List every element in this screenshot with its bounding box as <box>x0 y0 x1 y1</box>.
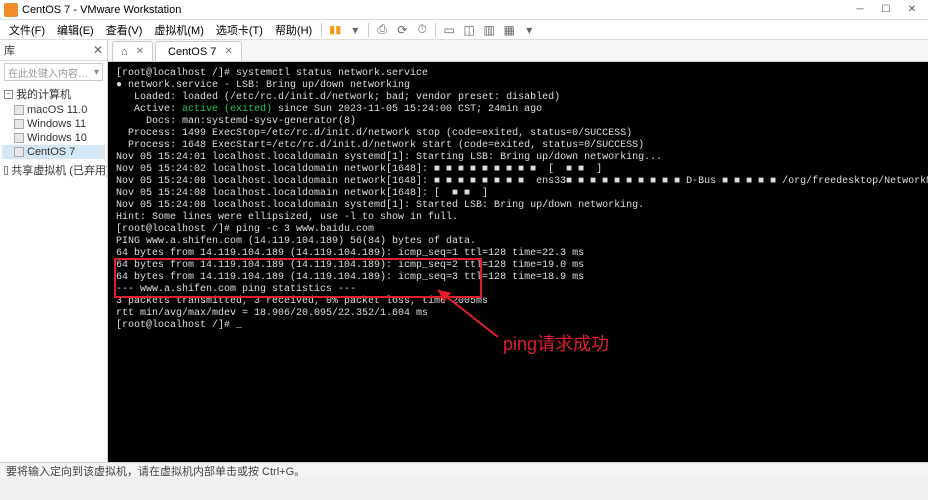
terminal-output: [root@localhost /]# systemctl status net… <box>108 62 928 338</box>
tab-close-icon[interactable]: ✕ <box>136 46 144 57</box>
snapshot-manager-icon[interactable]: ⏱ <box>413 21 431 39</box>
tab-home[interactable]: ⌂ ✕ <box>112 41 153 61</box>
vm-icon <box>14 133 24 143</box>
fullscreen-icon[interactable]: ▭ <box>440 21 458 39</box>
tree-shared-label: 共享虚拟机 (已弃用) <box>11 162 107 178</box>
menu-edit[interactable]: 编辑(E) <box>52 20 99 40</box>
unity-icon[interactable]: ◫ <box>460 21 478 39</box>
menu-help[interactable]: 帮助(H) <box>270 20 317 40</box>
pause-icon[interactable]: ▮▮ <box>326 21 344 39</box>
window-controls: ─ ☐ ✕ <box>848 2 924 18</box>
close-button[interactable]: ✕ <box>900 2 924 18</box>
tabstrip: ⌂ ✕ CentOS 7 ✕ <box>108 40 928 62</box>
vm-icon <box>14 105 24 115</box>
snapshot-icon[interactable]: ⟳ <box>393 21 411 39</box>
home-icon: ⌂ <box>121 46 128 58</box>
sidebar-close-icon[interactable]: ✕ <box>93 43 103 57</box>
send-ctrl-alt-del-icon[interactable]: ⎙ <box>373 21 391 39</box>
collapse-icon[interactable] <box>4 166 8 175</box>
sidebar: 库 ✕ 在此处键入内容进行搜索 ▾ − 我的计算机 macOS 11.0 Win… <box>0 40 108 462</box>
tab-close-icon[interactable]: ✕ <box>224 46 232 57</box>
tree-item-macos[interactable]: macOS 11.0 <box>2 103 105 117</box>
menubar: 文件(F) 编辑(E) 查看(V) 虚拟机(M) 选项卡(T) 帮助(H) ▮▮… <box>0 20 928 40</box>
separator <box>435 23 436 37</box>
menu-tabs[interactable]: 选项卡(T) <box>211 20 268 40</box>
statusbar-text: 要将输入定向到该虚拟机，请在虚拟机内部单击或按 Ctrl+G。 <box>6 463 305 479</box>
menu-vm[interactable]: 虚拟机(M) <box>149 20 209 40</box>
maximize-button[interactable]: ☐ <box>874 2 898 18</box>
tree-item-win10[interactable]: Windows 10 <box>2 131 105 145</box>
vmware-icon <box>4 3 18 17</box>
thumbnail-icon[interactable]: ▥ <box>480 21 498 39</box>
vm-icon <box>14 119 24 129</box>
tree-item-win11[interactable]: Windows 11 <box>2 117 105 131</box>
tab-label: CentOS 7 <box>168 46 216 58</box>
separator <box>321 23 322 37</box>
stretch-icon[interactable]: ▦ <box>500 21 518 39</box>
statusbar: 要将输入定向到该虚拟机，请在虚拟机内部单击或按 Ctrl+G。 <box>0 462 928 478</box>
search-placeholder: 在此处键入内容进行搜索 <box>8 65 94 80</box>
tree-root-label: 我的计算机 <box>16 86 71 102</box>
window-title: CentOS 7 - VMware Workstation <box>22 4 181 16</box>
menu-view[interactable]: 查看(V) <box>101 20 148 40</box>
tab-centos7[interactable]: CentOS 7 ✕ <box>155 41 242 61</box>
toolbar-dropdown-icon[interactable]: ▾ <box>346 21 364 39</box>
toolbar-more-icon[interactable]: ▾ <box>520 21 538 39</box>
vm-icon <box>14 147 24 157</box>
menu-file[interactable]: 文件(F) <box>4 20 50 40</box>
sidebar-title: 库 <box>4 42 15 58</box>
window-titlebar: CentOS 7 - VMware Workstation ─ ☐ ✕ <box>0 0 928 20</box>
vm-tree: − 我的计算机 macOS 11.0 Windows 11 Windows 10… <box>0 83 107 462</box>
vm-console[interactable]: [root@localhost /]# systemctl status net… <box>108 62 928 462</box>
tree-root[interactable]: − 我的计算机 <box>2 85 105 103</box>
tree-shared[interactable]: 共享虚拟机 (已弃用) <box>2 161 105 179</box>
tree-item-centos7[interactable]: CentOS 7 <box>2 145 105 159</box>
separator <box>368 23 369 37</box>
collapse-icon[interactable]: − <box>4 90 13 99</box>
main-area: ⌂ ✕ CentOS 7 ✕ [root@localhost /]# syste… <box>108 40 928 462</box>
minimize-button[interactable]: ─ <box>848 2 872 18</box>
search-input[interactable]: 在此处键入内容进行搜索 ▾ <box>4 63 103 81</box>
search-icon: ▾ <box>94 67 99 78</box>
